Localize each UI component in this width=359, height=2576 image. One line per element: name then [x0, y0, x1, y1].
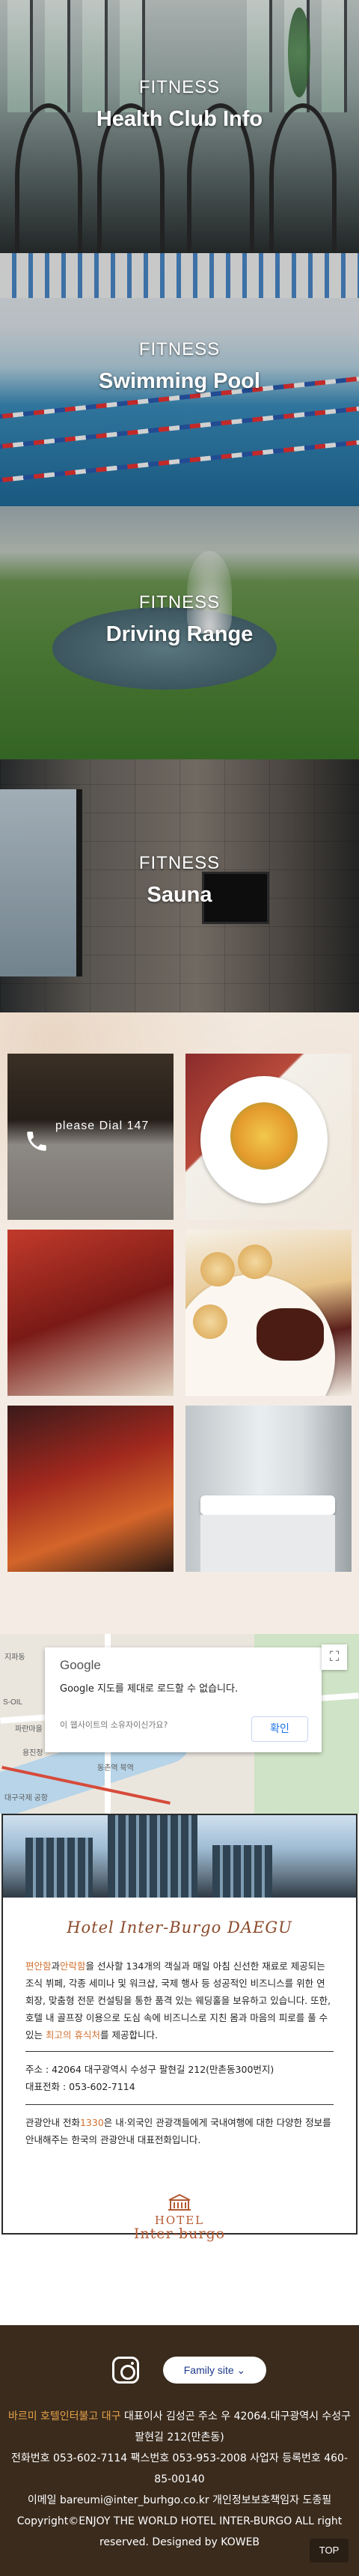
- footer-copyright: Copyright©ENJOY THE WORLD HOTEL INTER-BU…: [16, 2515, 343, 2548]
- map-label: 동촌역 북역: [97, 1764, 134, 1772]
- highlight-text: 최고의 휴식처: [46, 2029, 100, 2041]
- family-site-dropdown[interactable]: Family site ⌄: [163, 2357, 266, 2384]
- hotel-logo: HOTEL Inter-burgo: [3, 2193, 356, 2241]
- breakfast-photo: [185, 1054, 352, 1220]
- google-logo: Google: [60, 1658, 101, 1672]
- footer-email: 이메일 bareumi@inter_burhgo.co.kr 개인정보보호책임자…: [27, 2494, 332, 2506]
- google-map[interactable]: 지파동 S-OIL 파란마을 용진정 동촌역 북역 대구국제 공항 Google…: [0, 1634, 359, 1814]
- fullscreen-icon[interactable]: ⛶: [322, 1644, 347, 1670]
- banner-title: Swimming Pool: [99, 369, 260, 393]
- banner-title: Hea­lth Club Info: [96, 107, 263, 131]
- banner-kicker: FITNESS: [138, 77, 221, 97]
- hotel-building-photo: [3, 1815, 356, 1898]
- map-label: 용진정: [22, 1749, 43, 1758]
- divider: [25, 2104, 334, 2105]
- hotel-phone: 대표전화 : 053-602-7114: [25, 2081, 135, 2092]
- room-service-section: please Dial 147: [0, 1012, 359, 1634]
- footer-contact: 전화번호 053-602-7114 팩스번호 053-953-2008 사업자 …: [10, 2452, 349, 2485]
- scroll-top-button[interactable]: TOP: [310, 2539, 349, 2563]
- hotel-description: 편안함과안락함을 선사할 134개의 객실과 매일 아침 신선한 재료로 제공되…: [25, 1957, 334, 2148]
- hotel-info-section: Hotel Inter-Burgo DAEGU 편안함과안락함을 선사할 134…: [0, 1814, 359, 2241]
- divider: [25, 2051, 334, 2052]
- phone-icon: [24, 1128, 49, 1154]
- instagram-icon[interactable]: [112, 2357, 139, 2384]
- dining-table-photo: [7, 1230, 174, 1396]
- hotel-building-icon: [3, 2193, 356, 2214]
- dial-text: please Dial 147: [55, 1120, 150, 1132]
- cocktail-photo: [7, 1406, 174, 1572]
- highlight-text: 안락함: [60, 1960, 86, 1972]
- hotel-address: 주소 : 42064 대구광역시 수성구 팔현길 212(만촌동300번지): [25, 2064, 274, 2075]
- banner-title: Sauna: [147, 883, 212, 907]
- banner-kicker: FITNESS: [138, 853, 221, 873]
- footer-info: 바르미 호텔인터불고 대구 대표이사 김성곤 주소 우 42064.대구광역시 …: [7, 2406, 352, 2553]
- banner-kicker: FITNESS: [138, 339, 221, 359]
- hotel-title: Hotel Inter-Burgo DAEGU: [67, 1919, 292, 1936]
- steak-dish-photo: [185, 1230, 352, 1396]
- driving-range-banner[interactable]: FITNESS Driving Range: [0, 506, 359, 759]
- company-name: 바르미 호텔인터불고 대구: [7, 2411, 121, 2422]
- map-error-dialog: Google Google 지도를 제대로 로드할 수 없습니다. 이 웹사이트…: [45, 1647, 322, 1752]
- room-service-tile[interactable]: please Dial 147: [7, 1054, 174, 1220]
- banner-title: Driving Range: [105, 622, 254, 646]
- map-ok-button[interactable]: 확인: [251, 1716, 308, 1742]
- map-label: S-OIL: [3, 1698, 23, 1707]
- hotel-info-box: Hotel Inter-Burgo DAEGU 편안함과안락함을 선사할 134…: [1, 1814, 358, 2241]
- map-error-message: Google 지도를 제대로 로드할 수 없습니다.: [60, 1683, 239, 1695]
- page: FITNESS Hea­lth Club Info FITNESS Swimmi…: [0, 0, 359, 2576]
- footer: Family site ⌄ 바르미 호텔인터불고 대구 대표이사 김성곤 주소 …: [0, 2325, 359, 2576]
- map-label: 대구국제 공항: [4, 1794, 48, 1802]
- swimming-pool-banner[interactable]: FITNESS Swimming Pool: [0, 253, 359, 506]
- tour-phone-number: 1330: [79, 2117, 104, 2128]
- map-label: 파란마을: [15, 1725, 43, 1734]
- tour-info: 관광안내 전화1330은 내·외국인 관광객들에게 국내여행에 대한 다양한 정…: [25, 2117, 331, 2145]
- sauna-banner[interactable]: FITNESS Sauna: [0, 759, 359, 1012]
- highlight-text: 편안함: [25, 1960, 52, 1972]
- health-club-banner[interactable]: FITNESS Hea­lth Club Info: [0, 0, 359, 253]
- bathroom-photo: [185, 1406, 352, 1572]
- map-label: 지파동: [4, 1653, 25, 1662]
- banner-kicker: FITNESS: [138, 592, 221, 613]
